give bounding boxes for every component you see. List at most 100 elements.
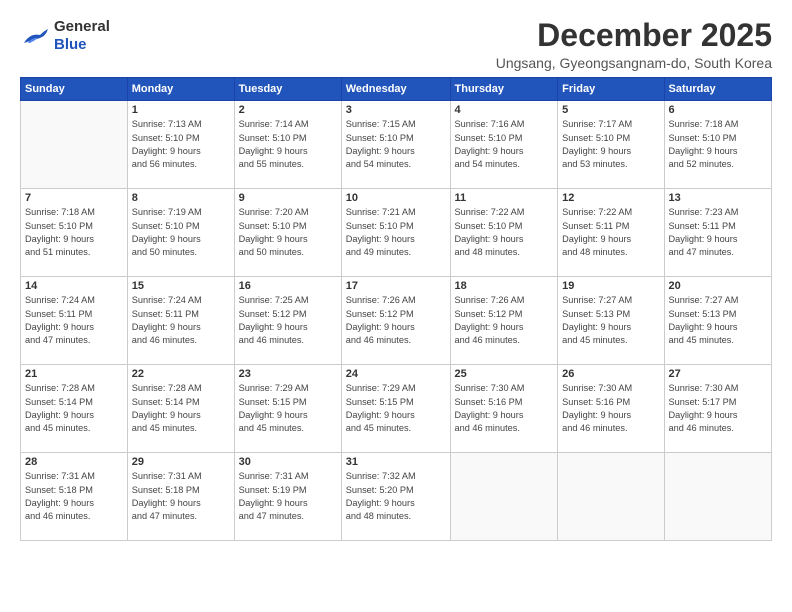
calendar-day-cell: 23 Sunrise: 7:29 AMSunset: 5:15 PMDayligh…	[234, 365, 341, 453]
day-detail: Sunrise: 7:18 AMSunset: 5:10 PMDaylight:…	[669, 118, 768, 171]
calendar-day-cell: 11Sunrise: 7:22 AMSunset: 5:10 PMDayligh…	[450, 189, 558, 277]
day-number: 18	[455, 280, 554, 292]
header: General Blue December 2025 Ungsang, Gyeo…	[20, 18, 772, 71]
calendar-day-cell	[664, 453, 772, 541]
day-number: 29	[132, 456, 230, 468]
day-number: 9	[239, 192, 337, 204]
day-detail: Sunrise: 7:19 AMSunset: 5:10 PMDaylight:…	[132, 206, 230, 259]
calendar-day-cell: 10 Sunrise: 7:21 AMSunset: 5:10 PMDayligh…	[341, 189, 450, 277]
day-detail: Sunrise: 7:32 AMSunset: 5:20 PMDaylight:…	[346, 470, 446, 523]
day-number: 27	[669, 368, 768, 380]
calendar-day-cell: 5 Sunrise: 7:17 AMSunset: 5:10 PMDaylight…	[558, 101, 664, 189]
day-number: 14	[25, 280, 123, 292]
calendar-week-row: 7 Sunrise: 7:18 AMSunset: 5:10 PMDaylight…	[21, 189, 772, 277]
calendar-day-cell: 14Sunrise: 7:24 AMSunset: 5:11 PMDayligh…	[21, 277, 128, 365]
calendar-day-cell: 22Sunrise: 7:28 AMSunset: 5:14 PMDayligh…	[127, 365, 234, 453]
day-detail: Sunrise: 7:30 AMSunset: 5:16 PMDaylight:…	[455, 382, 554, 435]
calendar-day-cell: 8Sunrise: 7:19 AMSunset: 5:10 PMDaylight…	[127, 189, 234, 277]
logo-text: General Blue	[54, 18, 110, 54]
day-detail: Sunrise: 7:31 AMSunset: 5:19 PMDaylight:…	[239, 470, 337, 523]
calendar-header-row: SundayMondayTuesdayWednesdayThursdayFrid…	[21, 78, 772, 101]
day-detail: Sunrise: 7:27 AMSunset: 5:13 PMDaylight:…	[669, 294, 768, 347]
calendar-day-cell	[21, 101, 128, 189]
day-number: 2	[239, 104, 337, 116]
day-detail: Sunrise: 7:23 AMSunset: 5:11 PMDaylight:…	[669, 206, 768, 259]
day-number: 10	[346, 192, 446, 204]
day-detail: Sunrise: 7:30 AMSunset: 5:17 PMDaylight:…	[669, 382, 768, 435]
day-number: 21	[25, 368, 123, 380]
day-number: 26	[562, 368, 659, 380]
calendar-header-cell: Wednesday	[341, 78, 450, 101]
calendar-day-cell: 1Sunrise: 7:13 AMSunset: 5:10 PMDaylight…	[127, 101, 234, 189]
calendar-day-cell: 19 Sunrise: 7:27 AMSunset: 5:13 PMDayligh…	[558, 277, 664, 365]
calendar-day-cell: 31Sunrise: 7:32 AMSunset: 5:20 PMDayligh…	[341, 453, 450, 541]
calendar-day-cell: 2 Sunrise: 7:14 AMSunset: 5:10 PMDaylight…	[234, 101, 341, 189]
day-number: 16	[239, 280, 337, 292]
day-detail: Sunrise: 7:14 AMSunset: 5:10 PMDaylight:…	[239, 118, 337, 171]
calendar-day-cell: 12 Sunrise: 7:22 AMSunset: 5:11 PMDayligh…	[558, 189, 664, 277]
calendar-day-cell: 4 Sunrise: 7:16 AMSunset: 5:10 PMDaylight…	[450, 101, 558, 189]
day-detail: Sunrise: 7:31 AMSunset: 5:18 PMDaylight:…	[132, 470, 230, 523]
day-number: 20	[669, 280, 768, 292]
day-detail: Sunrise: 7:21 AMSunset: 5:10 PMDaylight:…	[346, 206, 446, 259]
calendar-header-cell: Monday	[127, 78, 234, 101]
calendar-day-cell: 26Sunrise: 7:30 AMSunset: 5:16 PMDayligh…	[558, 365, 664, 453]
day-detail: Sunrise: 7:29 AMSunset: 5:15 PMDaylight:…	[346, 382, 446, 435]
calendar-day-cell: 7 Sunrise: 7:18 AMSunset: 5:10 PMDaylight…	[21, 189, 128, 277]
day-detail: Sunrise: 7:27 AMSunset: 5:13 PMDaylight:…	[562, 294, 659, 347]
calendar-day-cell	[450, 453, 558, 541]
day-detail: Sunrise: 7:28 AMSunset: 5:14 PMDaylight:…	[25, 382, 123, 435]
day-number: 13	[669, 192, 768, 204]
day-number: 24	[346, 368, 446, 380]
calendar-day-cell: 25 Sunrise: 7:30 AMSunset: 5:16 PMDayligh…	[450, 365, 558, 453]
day-detail: Sunrise: 7:25 AMSunset: 5:12 PMDaylight:…	[239, 294, 337, 347]
day-number: 15	[132, 280, 230, 292]
day-number: 28	[25, 456, 123, 468]
day-number: 25	[455, 368, 554, 380]
main-title: December 2025	[496, 18, 772, 53]
title-block: December 2025 Ungsang, Gyeongsangnam-do,…	[496, 18, 772, 71]
day-number: 23	[239, 368, 337, 380]
day-number: 12	[562, 192, 659, 204]
calendar-day-cell: 6 Sunrise: 7:18 AMSunset: 5:10 PMDaylight…	[664, 101, 772, 189]
calendar-day-cell: 18 Sunrise: 7:26 AMSunset: 5:12 PMDayligh…	[450, 277, 558, 365]
calendar-day-cell: 29 Sunrise: 7:31 AMSunset: 5:18 PMDayligh…	[127, 453, 234, 541]
day-detail: Sunrise: 7:24 AMSunset: 5:11 PMDaylight:…	[132, 294, 230, 347]
day-number: 6	[669, 104, 768, 116]
calendar-day-cell: 24 Sunrise: 7:29 AMSunset: 5:15 PMDayligh…	[341, 365, 450, 453]
calendar-day-cell: 13 Sunrise: 7:23 AMSunset: 5:11 PMDayligh…	[664, 189, 772, 277]
calendar-header-cell: Sunday	[21, 78, 128, 101]
day-detail: Sunrise: 7:26 AMSunset: 5:12 PMDaylight:…	[455, 294, 554, 347]
calendar-day-cell: 3 Sunrise: 7:15 AMSunset: 5:10 PMDaylight…	[341, 101, 450, 189]
calendar-day-cell: 17Sunrise: 7:26 AMSunset: 5:12 PMDayligh…	[341, 277, 450, 365]
day-detail: Sunrise: 7:29 AMSunset: 5:15 PMDaylight:…	[239, 382, 337, 435]
day-number: 4	[455, 104, 554, 116]
day-detail: Sunrise: 7:22 AMSunset: 5:11 PMDaylight:…	[562, 206, 659, 259]
day-number: 3	[346, 104, 446, 116]
calendar-day-cell: 27 Sunrise: 7:30 AMSunset: 5:17 PMDayligh…	[664, 365, 772, 453]
calendar-day-cell: 15 Sunrise: 7:24 AMSunset: 5:11 PMDayligh…	[127, 277, 234, 365]
calendar-day-cell: 30 Sunrise: 7:31 AMSunset: 5:19 PMDayligh…	[234, 453, 341, 541]
day-detail: Sunrise: 7:16 AMSunset: 5:10 PMDaylight:…	[455, 118, 554, 171]
day-detail: Sunrise: 7:22 AMSunset: 5:10 PMDaylight:…	[455, 206, 554, 259]
calendar-week-row: 14 Sunrise: 7:24 AMSunset: 5:11 PMDayligh…	[21, 277, 772, 365]
calendar-day-cell: 20 Sunrise: 7:27 AMSunset: 5:13 PMDayligh…	[664, 277, 772, 365]
day-number: 5	[562, 104, 659, 116]
calendar-week-row: 28 Sunrise: 7:31 AMSunset: 5:18 PMDayligh…	[21, 453, 772, 541]
calendar-header-cell: Saturday	[664, 78, 772, 101]
day-detail: Sunrise: 7:17 AMSunset: 5:10 PMDaylight:…	[562, 118, 659, 171]
logo-icon	[20, 25, 50, 47]
day-detail: Sunrise: 7:20 AMSunset: 5:10 PMDaylight:…	[239, 206, 337, 259]
calendar-day-cell: 21 Sunrise: 7:28 AMSunset: 5:14 PMDayligh…	[21, 365, 128, 453]
day-detail: Sunrise: 7:18 AMSunset: 5:10 PMDaylight:…	[25, 206, 123, 259]
day-number: 7	[25, 192, 123, 204]
day-detail: Sunrise: 7:26 AMSunset: 5:12 PMDaylight:…	[346, 294, 446, 347]
day-number: 30	[239, 456, 337, 468]
page: General Blue December 2025 Ungsang, Gyeo…	[0, 0, 792, 551]
calendar-day-cell: 9 Sunrise: 7:20 AMSunset: 5:10 PMDaylight…	[234, 189, 341, 277]
calendar-table: SundayMondayTuesdayWednesdayThursdayFrid…	[20, 77, 772, 541]
day-detail: Sunrise: 7:31 AMSunset: 5:18 PMDaylight:…	[25, 470, 123, 523]
day-number: 19	[562, 280, 659, 292]
day-detail: Sunrise: 7:15 AMSunset: 5:10 PMDaylight:…	[346, 118, 446, 171]
calendar-header-cell: Thursday	[450, 78, 558, 101]
